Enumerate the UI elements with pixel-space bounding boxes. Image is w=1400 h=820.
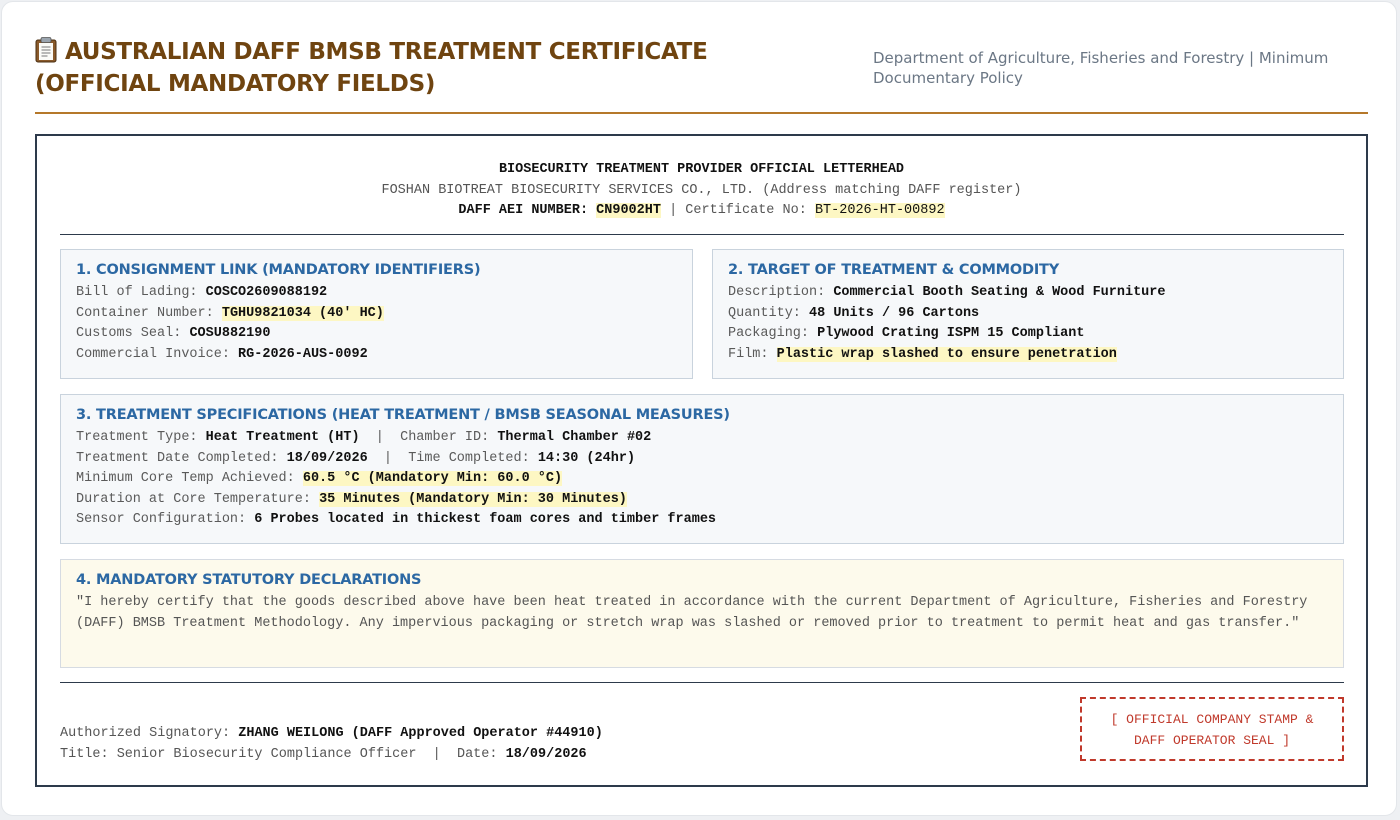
field-value: Commercial Booth Seating & Wood Furnitur… [833, 285, 1166, 300]
field-value: 18/09/2026 [286, 450, 368, 466]
stamp-line: [ OFFICIAL COMPANY STAMP & [1110, 712, 1314, 727]
stamp-line: DAFF OPERATOR SEAL ] [1133, 733, 1291, 748]
field-label: Bill of Lading: [76, 285, 198, 300]
core-temp-row: Minimum Core Temp Achieved: 60.5 °C (Man… [76, 469, 1328, 490]
field-value: Heat Treatment (HT) [205, 430, 360, 445]
page-card: AUSTRALIAN DAFF BMSB TREATMENT CERTIFICA… [1, 1, 1397, 816]
field-label: Sensor Configuration: [76, 512, 247, 528]
field-label: Treatment Type: [76, 430, 198, 445]
field-value: 6 Probes located in thickest foam cores … [254, 512, 717, 528]
letterhead: BIOSECURITY TREATMENT PROVIDER OFFICIAL … [37, 160, 1366, 222]
field-label: Chamber ID: [400, 430, 490, 445]
bill-of-lading-row: Bill of Lading: COSCO2609088192 [76, 283, 677, 304]
signature-date: 18/09/2026 [505, 747, 587, 762]
container-number-row: Container Number: TGHU9821034 (40' HC) [76, 304, 677, 325]
field-separator: | [383, 450, 392, 466]
certificate-no-value: BT-2026-HT-00892 [814, 203, 945, 218]
duration-row: Duration at Core Temperature: 35 Minutes… [76, 490, 1328, 511]
letterhead-company: FOSHAN BIOTREAT BIOSECURITY SERVICES CO.… [381, 182, 1022, 198]
declarations-section: 4. MANDATORY STATUTORY DECLARATIONS "I h… [60, 559, 1344, 668]
field-value: 35 Minutes (Mandatory Min: 30 Minutes) [319, 491, 627, 507]
film-row: Film: Plastic wrap slashed to ensure pen… [728, 345, 1328, 366]
department-subtitle: Department of Agriculture, Fisheries and… [873, 49, 1329, 87]
description-row: Description: Commercial Booth Seating & … [728, 283, 1328, 304]
field-value: Plastic wrap slashed to ensure penetrati… [776, 346, 1117, 362]
signature-divider-rule [60, 682, 1344, 683]
field-label: Quantity: [728, 305, 801, 321]
page-header: AUSTRALIAN DAFF BMSB TREATMENT CERTIFICA… [35, 36, 1368, 114]
field-label: Container Number: [76, 305, 214, 321]
field-value: COSCO2609088192 [205, 285, 328, 300]
signatory-row: Authorized Signatory: ZHANG WEILONG (DAF… [60, 723, 603, 744]
section-title: 2. TARGET OF TREATMENT & COMMODITY [728, 262, 1060, 278]
section-title: 1. CONSIGNMENT LINK (MANDATORY IDENTIFIE… [76, 262, 481, 278]
field-label: Description: [728, 285, 826, 300]
field-value: COSU882190 [189, 326, 271, 342]
field-value: RG-2026-AUS-0092 [238, 346, 368, 362]
signatory-title-row: Title: Senior Biosecurity Compliance Off… [60, 744, 603, 765]
field-value: 14:30 (24hr) [537, 450, 636, 466]
signature-block: Authorized Signatory: ZHANG WEILONG (DAF… [60, 723, 603, 765]
target-section: 2. TARGET OF TREATMENT & COMMODITY Descr… [712, 249, 1344, 379]
official-stamp-placeholder: [ OFFICIAL COMPANY STAMP & DAFF OPERATOR… [1080, 697, 1344, 761]
commercial-invoice-row: Commercial Invoice: RG-2026-AUS-0092 [76, 345, 677, 366]
field-separator: | [375, 430, 384, 445]
certificate-no-label: Certificate No: [685, 203, 807, 218]
sensor-config-row: Sensor Configuration: 6 Probes located i… [76, 510, 1328, 531]
letterhead-identifiers: DAFF AEI NUMBER: CN9002HT | Certificate … [37, 201, 1366, 222]
field-label: Customs Seal: [76, 326, 182, 342]
field-label: Time Completed: [408, 450, 530, 466]
field-separator: | [432, 747, 441, 762]
title-text: AUSTRALIAN DAFF BMSB TREATMENT CERTIFICA… [35, 39, 708, 97]
certificate: BIOSECURITY TREATMENT PROVIDER OFFICIAL … [35, 134, 1368, 787]
field-label: Date: [456, 747, 498, 762]
field-label: Duration at Core Temperature: [76, 491, 311, 507]
page-title: AUSTRALIAN DAFF BMSB TREATMENT CERTIFICA… [35, 36, 815, 100]
field-value: Plywood Crating ISPM 15 Compliant [817, 326, 1085, 342]
packaging-row: Packaging: Plywood Crating ISPM 15 Compl… [728, 324, 1328, 345]
field-label: Treatment Date Completed: [76, 450, 279, 466]
letterhead-divider: | [669, 203, 678, 218]
field-value: Thermal Chamber #02 [497, 430, 652, 445]
clipboard-icon [35, 37, 57, 63]
quantity-row: Quantity: 48 Units / 96 Cartons [728, 304, 1328, 325]
field-label: Minimum Core Temp Achieved: [76, 471, 295, 487]
signatory-name: ZHANG WEILONG (DAFF Approved Operator #4… [238, 726, 603, 741]
aei-label: DAFF AEI NUMBER: [458, 203, 589, 218]
treatment-type-row: Treatment Type: Heat Treatment (HT) | Ch… [76, 428, 1328, 449]
field-label: Film: [728, 346, 769, 362]
field-label: Authorized Signatory: [60, 726, 231, 741]
field-value: 48 Units / 96 Cartons [809, 305, 980, 321]
field-value: 60.5 °C (Mandatory Min: 60.0 °C) [302, 471, 563, 487]
consignment-section: 1. CONSIGNMENT LINK (MANDATORY IDENTIFIE… [60, 249, 693, 379]
field-label: Commercial Invoice: [76, 346, 230, 362]
letterhead-title: BIOSECURITY TREATMENT PROVIDER OFFICIAL … [498, 162, 905, 177]
signatory-title: Title: Senior Biosecurity Compliance Off… [60, 747, 417, 762]
treatment-specifications-section: 3. TREATMENT SPECIFICATIONS (HEAT TREATM… [60, 394, 1344, 544]
declaration-text: "I hereby certify that the goods describ… [76, 595, 1308, 631]
section-title: 3. TREATMENT SPECIFICATIONS (HEAT TREATM… [76, 407, 730, 423]
treatment-date-row: Treatment Date Completed: 18/09/2026 | T… [76, 449, 1328, 470]
field-value: TGHU9821034 (40' HC) [221, 305, 384, 321]
aei-value: CN9002HT [596, 203, 661, 218]
section-title: 4. MANDATORY STATUTORY DECLARATIONS [76, 572, 422, 588]
field-label: Packaging: [728, 326, 810, 342]
letterhead-divider-rule [60, 234, 1344, 235]
customs-seal-row: Customs Seal: COSU882190 [76, 324, 677, 345]
